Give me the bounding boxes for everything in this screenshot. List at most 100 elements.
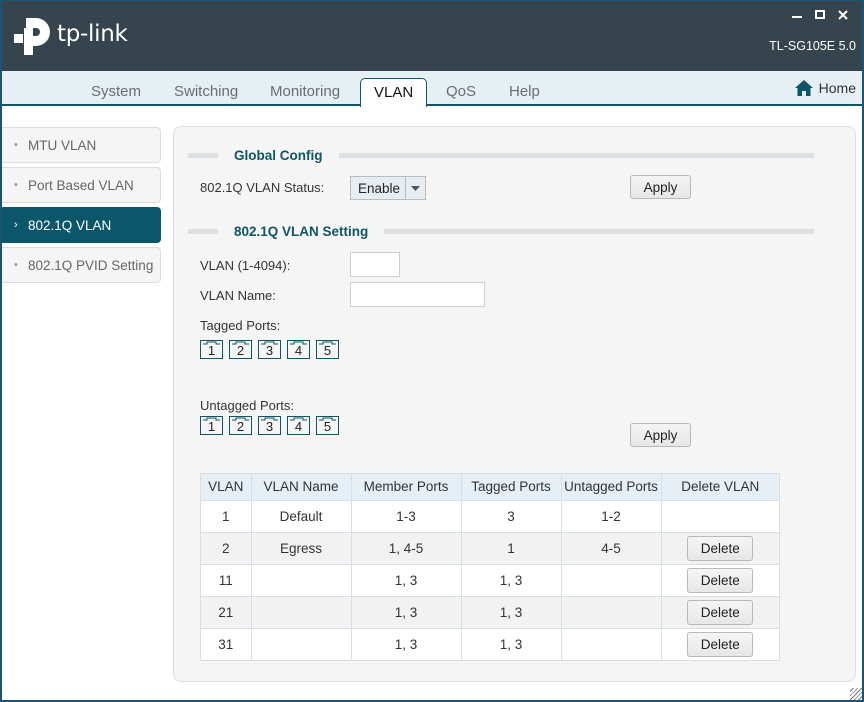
window-controls xyxy=(785,7,854,23)
global-apply-button[interactable]: Apply xyxy=(630,175,691,199)
port-number: 2 xyxy=(236,419,245,434)
untagged-port-5[interactable]: 5 xyxy=(316,416,339,435)
resize-grip[interactable] xyxy=(850,688,862,700)
vlan-apply-button[interactable]: Apply xyxy=(630,423,691,447)
cell-vlan-name xyxy=(251,595,352,628)
cell-delete xyxy=(661,499,779,532)
untagged-ports: 1 2 3 4 5 xyxy=(200,416,339,435)
cell-vlan: 31 xyxy=(201,627,252,660)
cell-delete: Delete xyxy=(661,531,779,564)
tab-monitoring[interactable]: Monitoring xyxy=(270,83,340,100)
cell-member-ports: 1, 3 xyxy=(351,595,462,628)
vlan-name-label: VLAN Name: xyxy=(200,288,276,303)
divider xyxy=(188,152,218,158)
close-button[interactable] xyxy=(831,7,854,23)
bullet-icon: • xyxy=(14,259,18,271)
table-row: 2 Egress 1, 4-5 1 4-5 Delete xyxy=(201,531,779,564)
vlan-status-select[interactable]: Enable xyxy=(350,176,426,200)
section-title: 802.1Q VLAN Setting xyxy=(234,223,369,239)
minimize-icon xyxy=(791,16,802,18)
table-row: 21 1, 3 1, 3 Delete xyxy=(201,595,779,628)
sidebar-item-8021q-pvid-setting[interactable]: • 802.1Q PVID Setting xyxy=(2,247,161,283)
cell-vlan-name: Egress xyxy=(251,531,352,564)
cell-untagged-ports xyxy=(561,627,662,660)
tab-system[interactable]: System xyxy=(91,83,141,100)
table-header-row: VLAN VLAN Name Member Ports Tagged Ports… xyxy=(201,474,779,500)
col-vlan: VLAN xyxy=(201,474,252,500)
untagged-port-1[interactable]: 1 xyxy=(200,416,223,435)
cell-vlan-name xyxy=(251,563,352,596)
home-link[interactable]: Home xyxy=(794,80,856,96)
app-window: tp-link TL-SG105E 5.0 System Switching M… xyxy=(0,0,864,702)
delete-vlan-button[interactable]: Delete xyxy=(687,631,754,657)
port-number: 5 xyxy=(323,419,332,434)
minimize-button[interactable] xyxy=(785,7,808,23)
tab-qos[interactable]: QoS xyxy=(446,83,476,100)
divider xyxy=(338,152,814,158)
col-member-ports: Member Ports xyxy=(351,474,462,500)
port-number: 4 xyxy=(294,419,303,434)
tab-vlan[interactable]: VLAN xyxy=(360,78,428,107)
cell-untagged-ports: 4-5 xyxy=(561,531,662,564)
cell-vlan: 11 xyxy=(201,563,252,596)
cell-untagged-ports xyxy=(561,563,662,596)
sidebar-item-label: Port Based VLAN xyxy=(28,177,134,193)
sidebar: • MTU VLAN • Port Based VLAN › 802.1Q VL… xyxy=(2,127,161,287)
delete-vlan-button[interactable]: Delete xyxy=(687,535,754,561)
port-number: 3 xyxy=(265,343,274,358)
cell-tagged-ports: 1, 3 xyxy=(461,595,562,628)
cell-vlan: 2 xyxy=(201,531,252,564)
sidebar-item-mtu-vlan[interactable]: • MTU VLAN xyxy=(2,127,161,163)
brand-name: tp-link xyxy=(57,20,128,47)
tp-link-logo: tp-link xyxy=(12,12,128,55)
col-untagged-ports: Untagged Ports xyxy=(561,474,662,500)
cell-delete: Delete xyxy=(661,627,779,660)
delete-vlan-button[interactable]: Delete xyxy=(687,567,754,593)
tagged-port-4[interactable]: 4 xyxy=(287,340,310,359)
port-number: 2 xyxy=(236,343,245,358)
vlan-id-input[interactable] xyxy=(350,252,400,277)
untagged-ports-label: Untagged Ports: xyxy=(200,398,294,413)
col-tagged-ports: Tagged Ports xyxy=(461,474,562,500)
cell-tagged-ports: 3 xyxy=(461,499,562,532)
vlan-name-input[interactable] xyxy=(350,282,485,307)
sidebar-item-port-based-vlan[interactable]: • Port Based VLAN xyxy=(2,167,161,203)
tagged-port-1[interactable]: 1 xyxy=(200,340,223,359)
tp-link-logo-icon xyxy=(14,18,50,55)
untagged-port-3[interactable]: 3 xyxy=(258,416,281,435)
tagged-port-3[interactable]: 3 xyxy=(258,340,281,359)
divider xyxy=(384,228,814,234)
maximize-button[interactable] xyxy=(808,7,831,23)
cell-delete: Delete xyxy=(661,563,779,596)
untagged-port-2[interactable]: 2 xyxy=(229,416,252,435)
cell-vlan: 1 xyxy=(201,499,252,532)
cell-member-ports: 1-3 xyxy=(351,499,462,532)
home-icon xyxy=(794,80,813,96)
close-icon xyxy=(837,10,848,20)
col-vlan-name: VLAN Name xyxy=(251,474,352,500)
cell-tagged-ports: 1, 3 xyxy=(461,627,562,660)
cell-untagged-ports xyxy=(561,595,662,628)
cell-vlan: 21 xyxy=(201,595,252,628)
tagged-ports: 1 2 3 4 5 xyxy=(200,340,339,359)
cell-member-ports: 1, 4-5 xyxy=(351,531,462,564)
port-number: 1 xyxy=(207,419,216,434)
tagged-port-5[interactable]: 5 xyxy=(316,340,339,359)
tagged-port-2[interactable]: 2 xyxy=(229,340,252,359)
sidebar-item-label: 802.1Q PVID Setting xyxy=(28,257,154,273)
content-panel: Global Config 802.1Q VLAN Status: Enable… xyxy=(173,126,856,682)
sidebar-item-8021q-vlan[interactable]: › 802.1Q VLAN xyxy=(2,207,161,243)
tab-help[interactable]: Help xyxy=(509,83,540,100)
cell-tagged-ports: 1, 3 xyxy=(461,563,562,596)
section-title: Global Config xyxy=(234,147,323,163)
cell-untagged-ports: 1-2 xyxy=(561,499,662,532)
vlan-status-value: Enable xyxy=(358,180,401,196)
vlan-id-label: VLAN (1-4094): xyxy=(200,258,291,273)
cell-vlan-name: Default xyxy=(251,499,352,532)
maximize-icon xyxy=(814,10,825,19)
tab-switching[interactable]: Switching xyxy=(174,83,238,100)
delete-vlan-button[interactable]: Delete xyxy=(687,599,754,625)
table-row: 1 Default 1-3 3 1-2 xyxy=(201,499,779,532)
chevron-down-icon xyxy=(405,177,425,199)
untagged-port-4[interactable]: 4 xyxy=(287,416,310,435)
